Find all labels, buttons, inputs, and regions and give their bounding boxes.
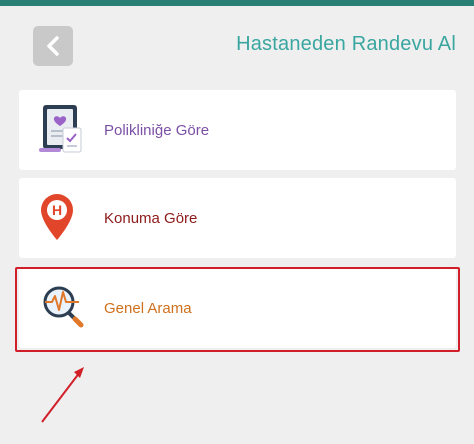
option-konum[interactable]: H Konuma Göre: [19, 178, 456, 258]
search-magnifier-pulse-icon: [39, 280, 95, 336]
hospital-location-pin-icon: H: [39, 190, 95, 246]
option-label: Konuma Göre: [104, 209, 198, 227]
page-title: Hastaneden Randevu Al: [236, 33, 456, 55]
clinic-document-icon: [39, 102, 95, 158]
option-poliklinik[interactable]: Polikliniğe Göre: [19, 90, 456, 170]
chevron-left-icon: [47, 36, 59, 56]
option-label: Polikliniğe Göre: [104, 121, 210, 139]
header: Hastaneden Randevu Al: [0, 6, 474, 84]
screen: Hastaneden Randevu Al Polikliniğe Göre H…: [0, 0, 474, 444]
option-label: Genel Arama: [104, 299, 192, 317]
back-button[interactable]: [33, 26, 73, 66]
svg-text:H: H: [52, 202, 62, 218]
option-genel-arama[interactable]: Genel Arama: [19, 268, 456, 348]
